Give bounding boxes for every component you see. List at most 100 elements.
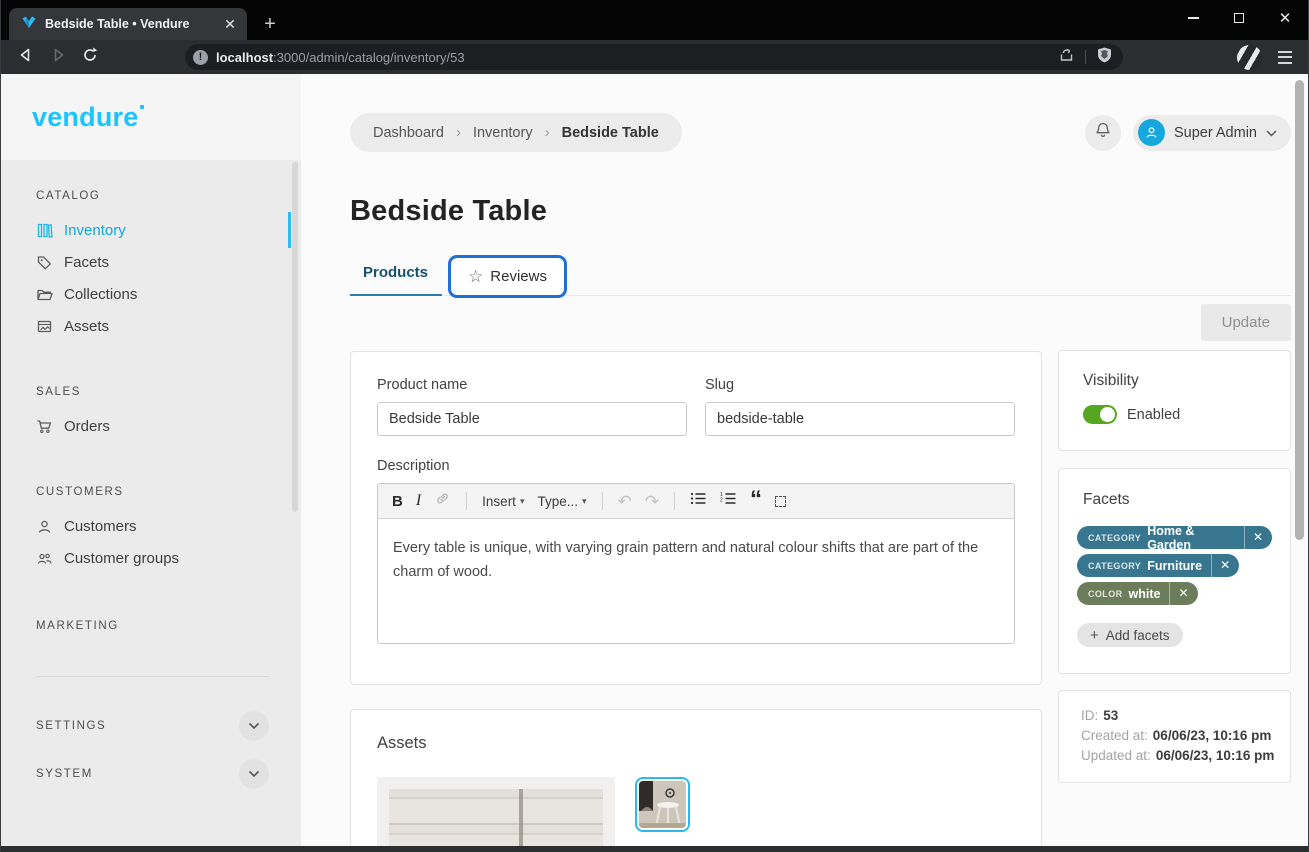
section-header-marketing: MARKETING [36, 620, 301, 632]
updated-at-value: 06/06/23, 10:16 pm [1156, 748, 1275, 763]
tag-icon [36, 254, 53, 271]
avatar [1138, 119, 1165, 146]
chevron-down-icon [248, 765, 260, 783]
vendure-logo[interactable]: vendure [32, 102, 138, 133]
tab-reviews[interactable]: ☆ Reviews [448, 255, 567, 298]
sidebar-item-customer-groups[interactable]: Customer groups [36, 542, 301, 574]
tab-title: Bedside Table • Vendure [45, 17, 213, 31]
settings-expand-button[interactable] [239, 711, 269, 741]
ordered-list-icon[interactable]: 12 [720, 491, 737, 511]
browser-titlebar: Bedside Table • Vendure ✕ + ✕ [1, 0, 1308, 40]
slug-input[interactable] [705, 402, 1015, 436]
sidebar-item-orders[interactable]: Orders [36, 410, 301, 442]
enabled-toggle[interactable] [1083, 405, 1117, 424]
scrollbar-thumb[interactable] [1295, 80, 1304, 540]
sidebar: vendure CATALOG Inventory [1, 74, 301, 846]
tabs: Products ☆ Reviews [350, 251, 1291, 296]
notifications-button[interactable] [1085, 115, 1121, 151]
rte-toolbar: B I Insert▾ Type...▾ [378, 484, 1014, 519]
asset-thumbnail-selected[interactable] [635, 777, 690, 832]
updated-at-label: Updated at: [1081, 748, 1151, 763]
code-block-icon[interactable] [775, 496, 786, 507]
breadcrumb-inventory[interactable]: Inventory [473, 125, 533, 141]
page-scrollbar[interactable] [1293, 74, 1306, 846]
remove-facet-icon[interactable]: ✕ [1169, 582, 1197, 605]
star-icon: ☆ [468, 268, 483, 285]
sidebar-item-settings[interactable]: SETTINGS [36, 711, 269, 741]
bell-icon [1094, 121, 1112, 144]
update-button[interactable]: Update [1201, 304, 1291, 341]
link-icon[interactable] [434, 490, 451, 512]
product-name-label: Product name [377, 377, 687, 393]
add-facets-button[interactable]: + Add facets [1077, 623, 1183, 647]
sidebar-item-inventory[interactable]: Inventory [36, 214, 301, 246]
breadcrumb: Dashboard › Inventory › Bedside Table [350, 113, 682, 152]
sidebar-item-customers[interactable]: Customers [36, 510, 301, 542]
url-bar[interactable]: ! localhost:3000/admin/catalog/inventory… [185, 44, 1123, 70]
window-minimize-button[interactable] [1170, 0, 1216, 36]
section-header-customers: CUSTOMERS [36, 486, 301, 498]
facet-chip: CATEGORY Home & Garden ✕ [1077, 526, 1272, 549]
sidebar-item-collections[interactable]: Collections [36, 278, 301, 310]
breadcrumb-separator-icon: › [456, 124, 461, 141]
redo-icon[interactable]: ↷ [645, 493, 659, 510]
new-tab-button[interactable]: + [257, 12, 283, 38]
sidebar-item-assets[interactable]: Assets [36, 310, 301, 342]
folder-icon [36, 286, 53, 303]
sidebar-item-system[interactable]: SYSTEM [36, 759, 269, 789]
brave-shield-icon[interactable] [1096, 46, 1113, 69]
users-icon [36, 550, 53, 567]
undo-icon[interactable]: ↶ [618, 493, 632, 510]
page-title: Bedside Table [350, 195, 1291, 228]
sidebar-item-facets[interactable]: Facets [36, 246, 301, 278]
entity-info-card: ID: 53 Created at: 06/06/23, 10:16 pm Up… [1058, 690, 1291, 783]
user-name: Super Admin [1174, 125, 1257, 141]
blockquote-icon[interactable]: “ [750, 495, 762, 507]
window-maximize-button[interactable] [1216, 0, 1262, 36]
breadcrumb-separator-icon: › [545, 124, 550, 141]
url-text[interactable]: localhost:3000/admin/catalog/inventory/5… [216, 50, 1050, 65]
browser-tab[interactable]: Bedside Table • Vendure ✕ [9, 8, 247, 40]
id-value: 53 [1103, 708, 1118, 723]
bold-button[interactable]: B [392, 493, 403, 510]
reload-icon[interactable] [81, 46, 99, 69]
logo-trademark-dot [140, 105, 144, 109]
remove-facet-icon[interactable]: ✕ [1244, 526, 1272, 549]
bullet-list-icon[interactable] [690, 491, 707, 511]
chevron-down-icon [1266, 124, 1277, 142]
facet-chip: CATEGORY Furniture ✕ [1077, 554, 1239, 577]
browser-profile-avatar[interactable] [1237, 45, 1262, 70]
italic-button[interactable]: I [416, 492, 421, 510]
sidebar-scrollbar[interactable] [292, 162, 298, 512]
user-menu[interactable]: Super Admin [1133, 115, 1291, 151]
type-dropdown[interactable]: Type...▾ [537, 494, 586, 509]
insert-dropdown[interactable]: Insert▾ [482, 494, 524, 509]
created-at-label: Created at: [1081, 728, 1148, 743]
chevron-down-icon [248, 717, 260, 735]
section-header-catalog: CATALOG [36, 190, 301, 202]
share-icon[interactable] [1058, 46, 1075, 68]
forward-icon[interactable] [49, 46, 67, 69]
system-expand-button[interactable] [239, 759, 269, 789]
visibility-card: Visibility Enabled [1058, 350, 1291, 451]
back-icon[interactable] [17, 46, 35, 69]
featured-asset-image[interactable] [377, 777, 615, 846]
cart-icon [36, 418, 53, 435]
facet-chip: COLOR white ✕ [1077, 582, 1198, 605]
remove-facet-icon[interactable]: ✕ [1211, 554, 1239, 577]
id-label: ID: [1081, 708, 1098, 723]
image-icon [36, 318, 53, 335]
tab-close-icon[interactable]: ✕ [221, 15, 239, 33]
product-name-input[interactable] [377, 402, 687, 436]
window-close-button[interactable]: ✕ [1262, 0, 1308, 36]
facets-heading: Facets [1077, 491, 1272, 509]
tab-products[interactable]: Products [350, 264, 442, 295]
site-info-icon[interactable]: ! [193, 50, 208, 65]
browser-window: Bedside Table • Vendure ✕ + ✕ ! localhos… [0, 0, 1309, 852]
main-content: Dashboard › Inventory › Bedside Table [301, 74, 1308, 846]
vendure-favicon-icon [21, 14, 37, 35]
assets-heading: Assets [377, 734, 1015, 753]
browser-menu-icon[interactable] [1278, 51, 1292, 64]
breadcrumb-dashboard[interactable]: Dashboard [373, 125, 444, 141]
description-editor[interactable]: Every table is unique, with varying grai… [378, 519, 1014, 643]
